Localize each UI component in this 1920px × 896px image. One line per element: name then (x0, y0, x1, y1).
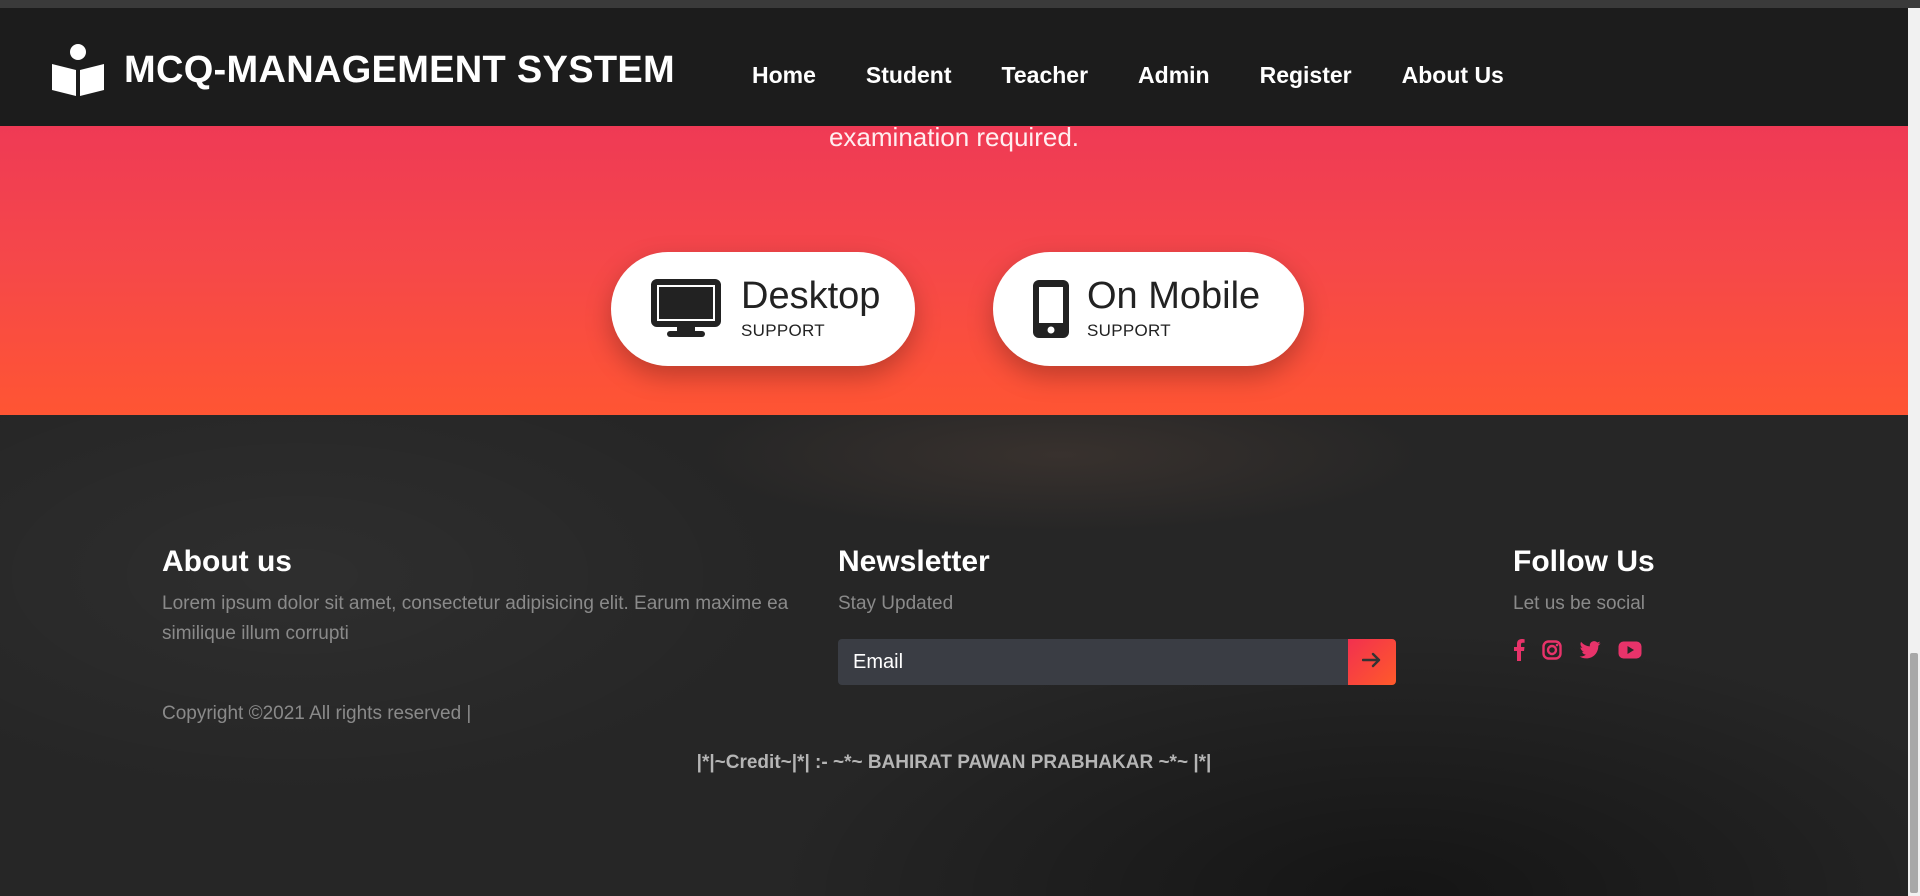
about-text: Lorem ipsum dolor sit amet, consectetur … (162, 593, 789, 644)
nav-admin[interactable]: Admin (1138, 62, 1210, 89)
newsletter-subtext: Stay Updated (838, 593, 954, 614)
newsletter-form: Email (838, 639, 1396, 685)
main-nav: Home Student Teacher Admin Register Abou… (752, 62, 1504, 89)
email-input[interactable]: Email (838, 639, 1348, 685)
mobile-support-card[interactable]: On Mobile SUPPORT (993, 252, 1304, 366)
instagram-icon[interactable] (1542, 640, 1562, 660)
scrollbar-thumb[interactable] (1910, 653, 1918, 893)
about-heading: About us (162, 545, 292, 578)
book-reader-icon (50, 42, 106, 98)
hero-section: examination required. Desktop SUPPORT On… (0, 122, 1908, 415)
brand-title: MCQ-MANAGEMENT SYSTEM (124, 48, 675, 91)
desktop-icon (651, 279, 721, 339)
card-subtitle: SUPPORT (1087, 321, 1171, 340)
mobile-icon (1031, 278, 1071, 340)
social-links (1513, 639, 1642, 661)
credit-text: |*|~Credit~|*| :- ~*~ BAHIRAT PAWAN PRAB… (696, 752, 1212, 773)
follow-subtext: Let us be social (1513, 593, 1646, 614)
card-title: On Mobile (1087, 275, 1261, 317)
brand[interactable]: MCQ-MANAGEMENT SYSTEM (50, 42, 675, 98)
desktop-support-card[interactable]: Desktop SUPPORT (611, 252, 915, 366)
footer-about: About us Lorem ipsum dolor sit amet, con… (162, 545, 812, 649)
navbar: MCQ-MANAGEMENT SYSTEM Home Student Teach… (0, 8, 1908, 126)
footer-follow: Follow Us Let us be social (1513, 545, 1813, 661)
page-scrollbar[interactable] (1908, 8, 1920, 896)
desktop-support-text: Desktop SUPPORT (741, 277, 880, 341)
nav-register[interactable]: Register (1260, 62, 1352, 89)
follow-heading: Follow Us (1513, 545, 1655, 578)
youtube-icon[interactable] (1618, 641, 1642, 659)
nav-teacher[interactable]: Teacher (1002, 62, 1089, 89)
nav-student[interactable]: Student (866, 62, 952, 89)
card-subtitle: SUPPORT (741, 321, 825, 340)
footer-newsletter: Newsletter Stay Updated Email (838, 545, 1408, 685)
facebook-icon[interactable] (1513, 639, 1525, 661)
footer: About us Lorem ipsum dolor sit amet, con… (0, 415, 1908, 896)
subscribe-button[interactable] (1348, 639, 1396, 685)
nav-about-us[interactable]: About Us (1402, 62, 1504, 89)
twitter-icon[interactable] (1579, 641, 1601, 659)
card-title: Desktop (741, 275, 881, 317)
browser-top-edge (0, 0, 1920, 8)
mobile-support-text: On Mobile SUPPORT (1087, 277, 1260, 341)
arrow-right-icon (1361, 652, 1382, 673)
hero-text: examination required. (828, 122, 1080, 152)
copyright-text: Copyright ©2021 All rights reserved | (162, 703, 472, 724)
newsletter-heading: Newsletter (838, 545, 990, 578)
nav-home[interactable]: Home (752, 62, 816, 89)
